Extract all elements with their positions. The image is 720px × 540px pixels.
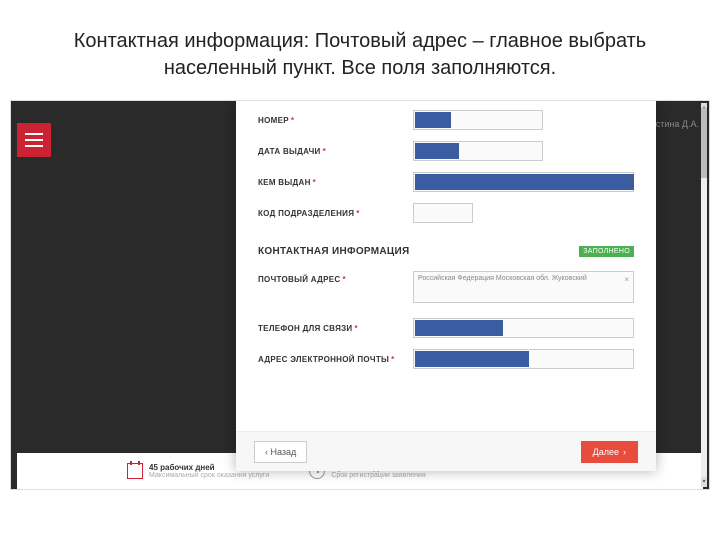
required-mark: * bbox=[323, 147, 326, 156]
slide-title: Контактная информация: Почтовый адрес – … bbox=[0, 0, 720, 100]
field-row-number: НОМЕР* bbox=[258, 109, 634, 131]
label-issued-by: КЕМ ВЫДАН bbox=[258, 178, 311, 187]
label-dept-code: КОД ПОДРАЗДЕЛЕНИЯ bbox=[258, 209, 354, 218]
registration-caption: Срок регистрации заявления bbox=[331, 472, 425, 479]
hamburger-menu-button[interactable] bbox=[17, 123, 51, 157]
field-row-issued-by: КЕМ ВЫДАН* bbox=[258, 171, 634, 193]
input-number[interactable] bbox=[413, 110, 543, 130]
section-title-contact: КОНТАКТНАЯ ИНФОРМАЦИЯ bbox=[258, 246, 409, 257]
input-issued-by[interactable] bbox=[413, 172, 634, 192]
form-modal: НОМЕР* ДАТА ВЫДАЧИ* КЕМ ВЫДАН* КОД ПОДРА… bbox=[236, 101, 656, 471]
required-mark: * bbox=[313, 178, 316, 187]
input-phone[interactable] bbox=[413, 318, 634, 338]
scrollbar[interactable]: ▴ ▾ bbox=[701, 103, 707, 487]
label-issue-date: ДАТА ВЫДАЧИ bbox=[258, 147, 321, 156]
field-row-phone: ТЕЛЕФОН ДЛЯ СВЯЗИ* bbox=[258, 317, 634, 339]
required-mark: * bbox=[343, 275, 346, 284]
user-name-label: стина Д.А. bbox=[656, 119, 699, 129]
required-mark: * bbox=[391, 355, 394, 364]
next-button[interactable]: Далее › bbox=[581, 441, 638, 463]
field-row-email: АДРЕС ЭЛЕКТРОННОЙ ПОЧТЫ* bbox=[258, 348, 634, 370]
input-dept-code[interactable] bbox=[413, 203, 473, 223]
field-row-issue-date: ДАТА ВЫДАЧИ* bbox=[258, 140, 634, 162]
label-address: ПОЧТОВЫЙ АДРЕС bbox=[258, 275, 341, 284]
label-phone: ТЕЛЕФОН ДЛЯ СВЯЗИ bbox=[258, 324, 352, 333]
label-number: НОМЕР bbox=[258, 116, 289, 125]
section-header-contact: КОНТАКТНАЯ ИНФОРМАЦИЯ ЗАПОЛНЕНО bbox=[258, 246, 634, 257]
required-mark: * bbox=[354, 324, 357, 333]
duration-caption: Максимальный срок оказания услуги bbox=[149, 472, 269, 479]
address-value: Российская Федерация Московская обл. Жук… bbox=[418, 275, 587, 282]
status-badge: ЗАПОЛНЕНО bbox=[579, 246, 634, 257]
required-mark: * bbox=[356, 209, 359, 218]
input-email[interactable] bbox=[413, 349, 634, 369]
chevron-right-icon: › bbox=[623, 447, 626, 457]
app-viewport: стина Д.А. 45 рабочих дней Максимальный … bbox=[10, 100, 710, 490]
calendar-icon bbox=[127, 463, 143, 479]
field-row-address: ПОЧТОВЫЙ АДРЕС* Российская Федерация Мос… bbox=[258, 271, 634, 303]
input-address[interactable]: Российская Федерация Московская обл. Жук… bbox=[413, 271, 634, 303]
close-icon[interactable]: × bbox=[624, 275, 629, 285]
input-issue-date[interactable] bbox=[413, 141, 543, 161]
scroll-thumb[interactable] bbox=[701, 108, 707, 178]
required-mark: * bbox=[291, 116, 294, 125]
modal-footer: ‹ Назад Далее › bbox=[236, 431, 656, 471]
field-row-dept-code: КОД ПОДРАЗДЕЛЕНИЯ* bbox=[258, 202, 634, 224]
label-email: АДРЕС ЭЛЕКТРОННОЙ ПОЧТЫ bbox=[258, 355, 389, 364]
scroll-down-button[interactable]: ▾ bbox=[701, 477, 707, 487]
back-button[interactable]: ‹ Назад bbox=[254, 441, 307, 463]
